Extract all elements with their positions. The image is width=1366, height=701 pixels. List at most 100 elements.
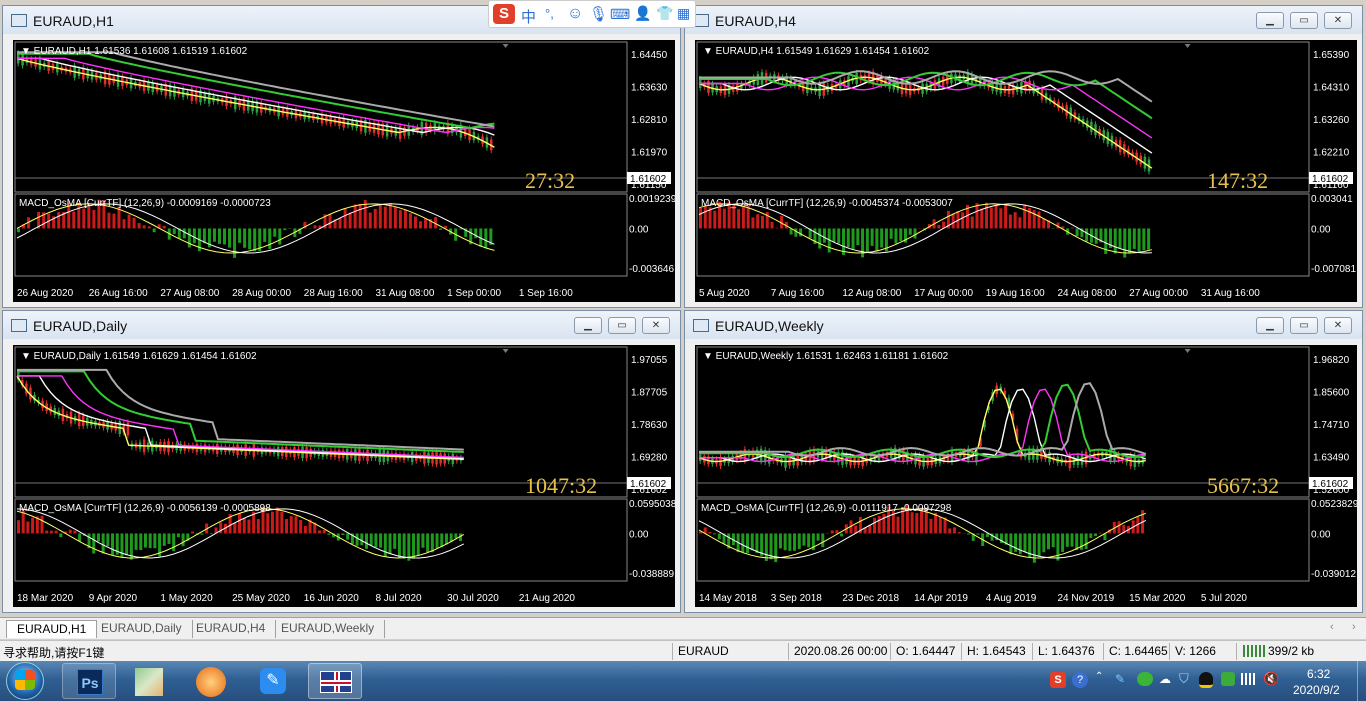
time-axis-label: 26 Aug 16:00: [89, 288, 148, 299]
macd-bar: [68, 529, 72, 534]
chart-window-weekly[interactable]: EURAUD,Weekly ▁ ▭ ✕ ▼ EURAUD,Weekly 1.61…: [684, 310, 1363, 613]
bar-timer: 5667:32: [1207, 473, 1279, 498]
ime-punct-toggle[interactable]: °,: [545, 6, 554, 21]
network-tray-icon[interactable]: [1241, 673, 1257, 685]
chart-window-h1[interactable]: EURAUD,H1 ▼ EURAUD,H1 1.61536 1.61608 1.…: [2, 5, 681, 308]
macd-bar: [162, 225, 166, 229]
chart-svg: ▼ EURAUD,H1 1.61536 1.61608 1.61519 1.61…: [14, 41, 675, 299]
tab-euraud-h1[interactable]: EURAUD,H1: [6, 620, 98, 638]
macd-bar: [976, 533, 980, 535]
ime-toolbar[interactable]: S 中 °, ☺ 🎙 ⌨ 👤 👕 ▦: [488, 0, 696, 28]
toolbox-grid-icon[interactable]: ▦: [677, 5, 690, 22]
volume-tray-icon[interactable]: 🔇: [1263, 671, 1279, 687]
chart-area[interactable]: ▼ EURAUD,Daily 1.61549 1.61629 1.61454 1…: [13, 345, 675, 607]
mt4-taskbar-button[interactable]: [308, 663, 362, 699]
time-axis-label: 18 Mar 2020: [17, 593, 74, 604]
macd-bar: [127, 214, 131, 229]
time-axis-label: 27 Aug 08:00: [160, 288, 219, 299]
macd-bar: [373, 208, 377, 229]
macd-bar: [132, 217, 136, 229]
macd-axis-label: 0.00: [629, 529, 649, 540]
macd-bar: [746, 205, 750, 229]
skin-shirt-icon[interactable]: 👕: [656, 5, 673, 22]
connection-bars-icon: [1243, 645, 1265, 657]
window-titlebar[interactable]: EURAUD,Weekly ▁ ▭ ✕: [685, 311, 1362, 339]
macd-bar: [303, 526, 307, 534]
time-axis-label: 31 Aug 08:00: [375, 288, 434, 299]
moving-average-line: [699, 76, 1153, 154]
macd-header: MACD_OsMA [CurrTF] (12,26,9) -0.0009169 …: [19, 198, 271, 209]
macd-bar: [266, 513, 270, 534]
chart-window-h4[interactable]: EURAUD,H4 ▁ ▭ ✕ ▼ EURAUD,H4 1.61549 1.61…: [684, 5, 1363, 308]
macd-bar: [1065, 533, 1069, 547]
tab-scroll-right-icon[interactable]: ›: [1352, 621, 1356, 633]
minimize-button[interactable]: ▁: [574, 317, 602, 334]
macd-bar: [1018, 533, 1022, 555]
tab-scroll-left-icon[interactable]: ‹: [1330, 621, 1334, 633]
macd-axis-label: 0.00: [629, 224, 649, 235]
sogou-logo-icon[interactable]: S: [493, 4, 515, 24]
macd-bar: [484, 228, 488, 249]
chart-area[interactable]: ▼ EURAUD,H1 1.61536 1.61608 1.61519 1.61…: [13, 40, 675, 302]
clock-time[interactable]: 6:32: [1307, 667, 1330, 681]
price-axis-label: 1.69280: [631, 453, 668, 464]
microphone-icon[interactable]: 🎙: [589, 5, 608, 23]
moving-average-line: [699, 382, 1147, 457]
close-button[interactable]: ✕: [1324, 317, 1352, 334]
maximize-button[interactable]: ▭: [1290, 317, 1318, 334]
macd-bar: [894, 228, 898, 244]
sogou-tray-icon[interactable]: S: [1050, 672, 1066, 688]
app-taskbar-button-2[interactable]: [122, 663, 176, 699]
chart-area[interactable]: ▼ EURAUD,Weekly 1.61531 1.62463 1.61181 …: [695, 345, 1357, 607]
app-taskbar-button-4[interactable]: ✎: [246, 663, 300, 699]
ime-lang-toggle[interactable]: 中: [521, 6, 536, 27]
photoshop-taskbar-button[interactable]: Ps: [62, 663, 116, 699]
minimize-button[interactable]: ▁: [1256, 317, 1284, 334]
macd-bar: [393, 206, 397, 229]
pen-tray-icon[interactable]: ✎: [1115, 672, 1125, 686]
tray-expand-icon[interactable]: ⌃: [1095, 671, 1103, 682]
time-axis-label: 14 May 2018: [699, 593, 757, 604]
close-button[interactable]: ✕: [1324, 12, 1352, 29]
macd-bar: [137, 223, 141, 229]
note-pen-icon: ✎: [260, 668, 286, 694]
window-titlebar[interactable]: EURAUD,H4 ▁ ▭ ✕: [685, 6, 1362, 34]
clock-date[interactable]: 2020/9/2: [1293, 683, 1340, 697]
macd-bar: [952, 527, 956, 534]
macd-bar: [951, 213, 955, 229]
cloud-tray-icon[interactable]: ☁: [1159, 672, 1171, 686]
emoji-icon[interactable]: ☺: [567, 5, 583, 23]
user-icon[interactable]: 👤: [634, 5, 651, 22]
tab-euraud-weekly[interactable]: EURAUD,Weekly: [271, 620, 386, 638]
security-tray-icon[interactable]: [1221, 672, 1235, 686]
tab-euraud-h4[interactable]: EURAUD,H4: [186, 620, 277, 638]
close-button[interactable]: ✕: [642, 317, 670, 334]
keyboard-icon[interactable]: ⌨: [610, 6, 630, 23]
status-volume: V: 1266: [1175, 644, 1216, 658]
window-titlebar[interactable]: EURAUD,Daily ▁ ▭ ✕: [3, 311, 680, 339]
minimize-button[interactable]: ▁: [1256, 12, 1284, 29]
help-tray-icon[interactable]: ?: [1072, 672, 1088, 688]
qq-tray-icon[interactable]: [1199, 672, 1213, 688]
chart-area[interactable]: ▼ EURAUD,H4 1.61549 1.61629 1.61454 1.61…: [695, 40, 1357, 302]
macd-bar: [822, 228, 826, 243]
macd-bar: [172, 533, 176, 552]
macd-bar: [957, 532, 961, 534]
current-price-label: 1.61602: [1312, 174, 1349, 185]
price-axis-label: 1.63260: [1313, 115, 1350, 126]
app-taskbar-button-3[interactable]: [184, 663, 238, 699]
macd-bar: [1094, 228, 1098, 244]
macd-bar: [832, 228, 836, 243]
macd-bar: [270, 511, 274, 534]
wechat-tray-icon[interactable]: [1137, 672, 1153, 686]
macd-bar: [313, 225, 317, 229]
macd-bar: [219, 522, 223, 534]
macd-bar: [148, 533, 152, 549]
chart-window-daily[interactable]: EURAUD,Daily ▁ ▭ ✕ ▼ EURAUD,Daily 1.6154…: [2, 310, 681, 613]
show-desktop-button[interactable]: [1357, 661, 1366, 701]
shield-tray-icon[interactable]: ⛉: [1179, 671, 1189, 687]
tab-euraud-daily[interactable]: EURAUD,Daily: [91, 620, 193, 638]
maximize-button[interactable]: ▭: [1290, 12, 1318, 29]
price-axis-label: 1.63490: [1313, 453, 1350, 464]
maximize-button[interactable]: ▭: [608, 317, 636, 334]
